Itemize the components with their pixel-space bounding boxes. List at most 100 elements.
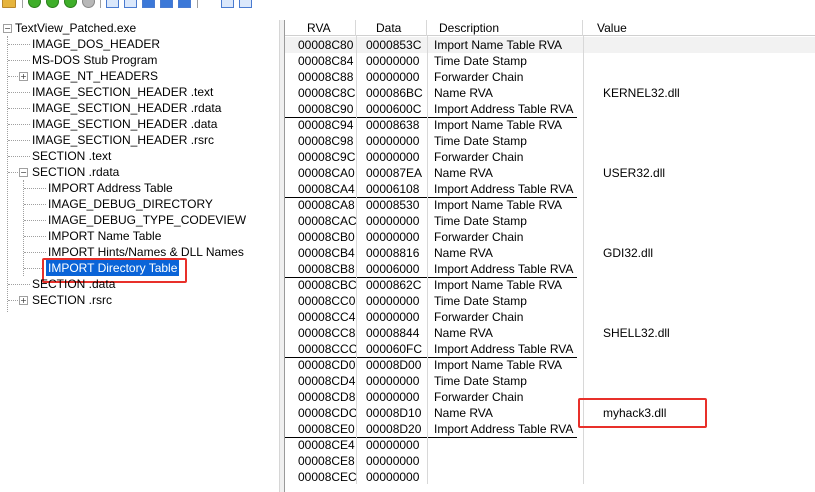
cell-description: Name RVA bbox=[434, 406, 493, 420]
tree-item-section-data[interactable]: SECTION .data bbox=[32, 276, 115, 292]
group-separator bbox=[285, 117, 577, 118]
highlight-box bbox=[578, 398, 707, 428]
collapse-toggle-icon[interactable]: − bbox=[19, 168, 28, 177]
table-row[interactable]: 00008CC8 00008844 Name RVA SHELL32.dll bbox=[285, 325, 815, 341]
table-row[interactable]: 00008CD4 00000000 Time Date Stamp bbox=[285, 373, 815, 389]
tree-item-section-header-rdata[interactable]: IMAGE_SECTION_HEADER .rdata bbox=[32, 100, 221, 116]
cell-data: 00008D20 bbox=[366, 422, 422, 436]
column-header-rva[interactable]: RVA bbox=[285, 20, 356, 36]
table-row[interactable]: 00008CC0 00000000 Time Date Stamp bbox=[285, 293, 815, 309]
expand-toggle-icon[interactable]: + bbox=[19, 72, 28, 81]
view-toggle-icon[interactable] bbox=[142, 0, 155, 8]
table-row[interactable]: 00008C80 0000853C Import Name Table RVA bbox=[285, 37, 815, 53]
table-row[interactable]: 00008CA4 00006108 Import Address Table RVA bbox=[285, 181, 815, 197]
table-row[interactable]: 00008C8C 000086BC Name RVA KERNEL32.dll bbox=[285, 85, 815, 101]
cell-rva: 00008CC8 bbox=[298, 326, 356, 340]
cell-data: 00000000 bbox=[366, 470, 420, 484]
expand-toggle-icon[interactable]: + bbox=[19, 296, 28, 305]
cell-description: Import Name Table RVA bbox=[434, 118, 563, 132]
view-toggle-icon[interactable] bbox=[124, 0, 137, 8]
tree-item-section-header-rsrc[interactable]: IMAGE_SECTION_HEADER .rsrc bbox=[32, 132, 214, 148]
table-row[interactable]: 00008CB4 00008816 Name RVA GDI32.dll bbox=[285, 245, 815, 261]
nav-up-icon[interactable] bbox=[64, 0, 77, 8]
table-row[interactable]: 00008CC4 00000000 Forwarder Chain bbox=[285, 309, 815, 325]
cell-rva: 00008CA0 bbox=[298, 166, 355, 180]
cell-description: Name RVA bbox=[434, 86, 493, 100]
table-row[interactable]: 00008C98 00000000 Time Date Stamp bbox=[285, 133, 815, 149]
tree-item-image-dos-header[interactable]: IMAGE_DOS_HEADER bbox=[32, 36, 160, 52]
cell-description: Name RVA bbox=[434, 166, 493, 180]
view-toggle-icon[interactable] bbox=[178, 0, 191, 8]
cell-value bbox=[583, 341, 815, 357]
nav-forward-icon[interactable] bbox=[46, 0, 59, 8]
tree-connector bbox=[7, 36, 8, 312]
cell-data: 00006000 bbox=[366, 262, 420, 276]
tree-item-import-address-table[interactable]: IMPORT Address Table bbox=[48, 180, 173, 196]
data-grid[interactable]: RVA Data Description Value 00008C80 00008… bbox=[285, 20, 815, 492]
table-row[interactable]: 00008C90 0000600C Import Address Table RVA bbox=[285, 101, 815, 117]
table-row[interactable]: 00008CE8 00000000 bbox=[285, 453, 815, 469]
table-row[interactable]: 00008CEC 00000000 bbox=[285, 469, 815, 485]
tree-item-section-text[interactable]: SECTION .text bbox=[32, 148, 111, 164]
tree-item-import-name-table[interactable]: IMPORT Name Table bbox=[48, 228, 161, 244]
open-folder-icon[interactable] bbox=[2, 0, 16, 8]
view-toggle-icon[interactable] bbox=[106, 0, 119, 8]
cell-value bbox=[583, 133, 815, 149]
view-list-icon[interactable] bbox=[221, 0, 234, 8]
nav-back-icon[interactable] bbox=[28, 0, 41, 8]
column-header-data[interactable]: Data bbox=[356, 20, 427, 36]
tree-item-section-header-text[interactable]: IMAGE_SECTION_HEADER .text bbox=[32, 84, 213, 100]
tree-root[interactable]: TextView_Patched.exe bbox=[15, 20, 136, 36]
table-row[interactable]: 00008C94 00008638 Import Name Table RVA bbox=[285, 117, 815, 133]
tree-connector bbox=[8, 124, 30, 125]
table-row[interactable]: 00008C9C 00000000 Forwarder Chain bbox=[285, 149, 815, 165]
cell-value bbox=[583, 261, 815, 277]
tree-item-image-debug-directory[interactable]: IMAGE_DEBUG_DIRECTORY bbox=[48, 196, 213, 212]
view-toggle-icon[interactable] bbox=[160, 0, 173, 8]
tree-item-ms-dos-stub[interactable]: MS-DOS Stub Program bbox=[32, 52, 157, 68]
cell-rva: 00008CE8 bbox=[298, 454, 355, 468]
table-row[interactable]: 00008C84 00000000 Time Date Stamp bbox=[285, 53, 815, 69]
cell-value bbox=[583, 469, 815, 485]
tree-item-image-debug-type-codeview[interactable]: IMAGE_DEBUG_TYPE_CODEVIEW bbox=[48, 212, 246, 228]
table-row[interactable]: 00008C88 00000000 Forwarder Chain bbox=[285, 69, 815, 85]
column-header-value[interactable]: Value bbox=[583, 20, 815, 36]
tree-item-section-rsrc[interactable]: SECTION .rsrc bbox=[32, 292, 112, 308]
table-row[interactable]: 00008CBC 0000862C Import Name Table RVA bbox=[285, 277, 815, 293]
cell-data: 00008816 bbox=[366, 246, 420, 260]
table-row[interactable]: 00008CAC 00000000 Time Date Stamp bbox=[285, 213, 815, 229]
cell-rva: 00008CD4 bbox=[298, 374, 356, 388]
table-row[interactable]: 00008CE0 00008D20 Import Address Table RVA bbox=[285, 421, 815, 437]
nav-disabled-icon[interactable] bbox=[82, 0, 95, 8]
cell-data: 000087EA bbox=[366, 166, 423, 180]
table-row[interactable]: 00008CB0 00000000 Forwarder Chain bbox=[285, 229, 815, 245]
tree-item-section-rdata[interactable]: SECTION .rdata bbox=[32, 164, 119, 180]
cell-data: 000086BC bbox=[366, 86, 423, 100]
cell-rva: 00008CE4 bbox=[298, 438, 355, 452]
cell-data: 0000600C bbox=[366, 102, 422, 116]
view-details-icon[interactable] bbox=[239, 0, 252, 8]
column-divider bbox=[427, 36, 428, 484]
cell-data: 00000000 bbox=[366, 230, 420, 244]
cell-value: USER32.dll bbox=[603, 166, 666, 180]
table-row[interactable]: 00008CCC 000060FC Import Address Table RVA bbox=[285, 341, 815, 357]
structure-tree[interactable]: − TextView_Patched.exe IMAGE_DOS_HEADER … bbox=[0, 20, 279, 492]
cell-value bbox=[583, 149, 815, 165]
collapse-toggle-icon[interactable]: − bbox=[3, 24, 12, 33]
table-row[interactable]: 00008CE4 00000000 bbox=[285, 437, 815, 453]
cell-rva: 00008C98 bbox=[298, 134, 354, 148]
cell-data: 00008D10 bbox=[366, 406, 422, 420]
table-row[interactable]: 00008CD8 00000000 Forwarder Chain bbox=[285, 389, 815, 405]
table-row[interactable]: 00008CA8 00008530 Import Name Table RVA bbox=[285, 197, 815, 213]
table-row[interactable]: 00008CDC 00008D10 Name RVA myhack3.dll bbox=[285, 405, 815, 421]
column-header-description[interactable]: Description bbox=[427, 20, 583, 36]
tree-item-section-header-data[interactable]: IMAGE_SECTION_HEADER .data bbox=[32, 116, 217, 132]
cell-rva: 00008C88 bbox=[298, 70, 354, 84]
cell-data: 00000000 bbox=[366, 438, 420, 452]
table-row[interactable]: 00008CB8 00006000 Import Address Table RVA bbox=[285, 261, 815, 277]
cell-description: Time Date Stamp bbox=[434, 214, 527, 228]
table-row[interactable]: 00008CA0 000087EA Name RVA USER32.dll bbox=[285, 165, 815, 181]
tree-item-image-nt-headers[interactable]: IMAGE_NT_HEADERS bbox=[32, 68, 158, 84]
table-row[interactable]: 00008CD0 00008D00 Import Name Table RVA bbox=[285, 357, 815, 373]
tree-connector bbox=[8, 300, 18, 301]
